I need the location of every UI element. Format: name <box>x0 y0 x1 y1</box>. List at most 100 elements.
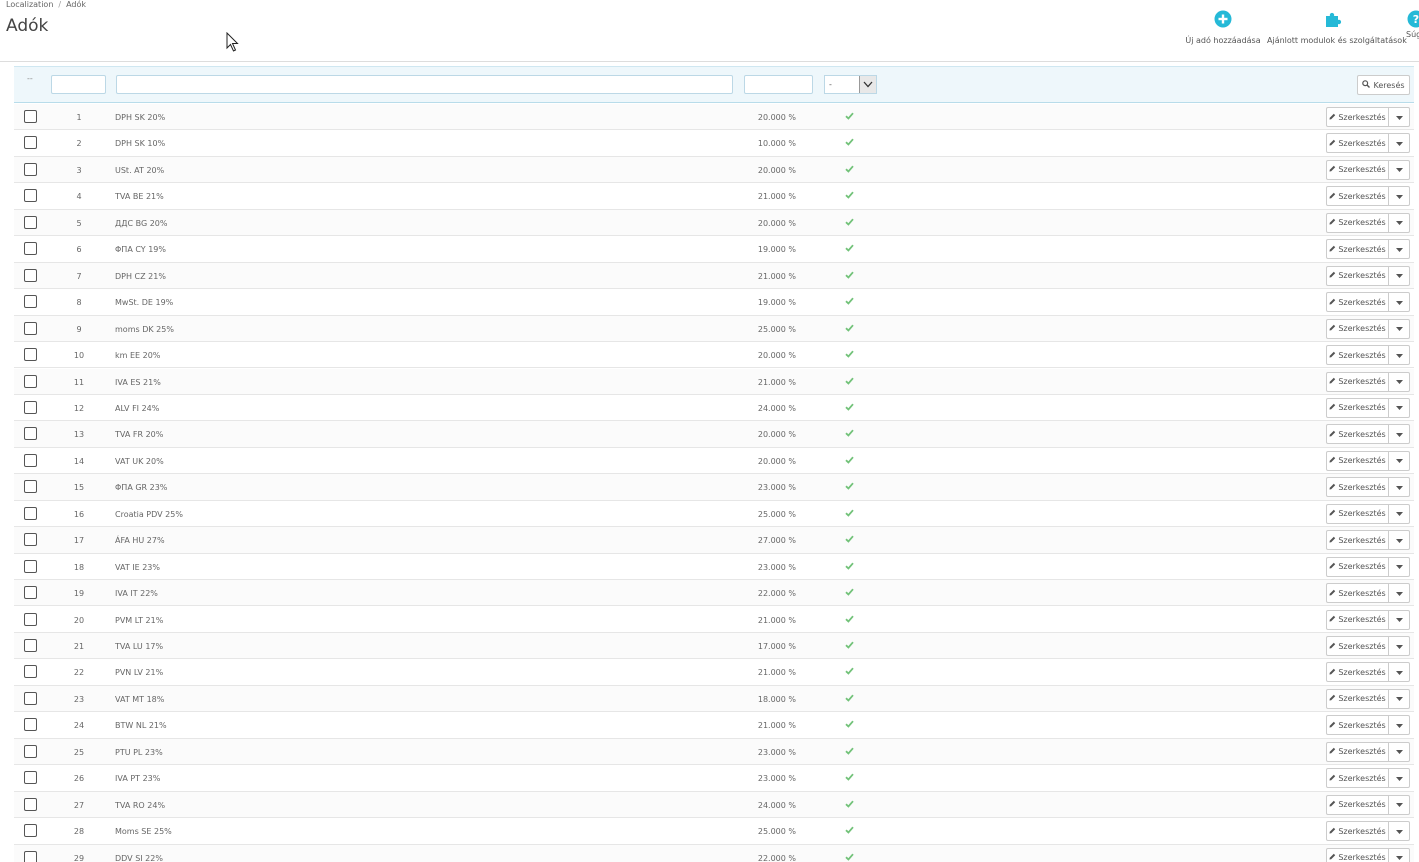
enabled-check-icon[interactable] <box>845 138 854 148</box>
enabled-check-icon[interactable] <box>845 694 854 704</box>
table-row[interactable]: 15 ΦΠΑ GR 23% 23.000 % Szerkesztés <box>14 474 1414 501</box>
row-checkbox[interactable] <box>24 321 37 335</box>
row-actions-dropdown[interactable] <box>1389 346 1409 364</box>
enabled-check-icon[interactable] <box>845 218 854 228</box>
row-checkbox[interactable] <box>24 110 37 123</box>
row-actions-dropdown[interactable] <box>1389 267 1409 285</box>
table-row[interactable]: 4 TVA BE 21% 21.000 % Szerkesztés <box>14 183 1414 210</box>
row-actions-dropdown[interactable] <box>1389 716 1409 734</box>
add-tax-button[interactable]: Új adó hozzáadása <box>1180 10 1266 45</box>
row-actions-dropdown[interactable] <box>1389 822 1409 840</box>
edit-button[interactable]: Szerkesztés <box>1327 637 1389 655</box>
table-row[interactable]: 5 ДДС BG 20% 20.000 % Szerkesztés <box>14 209 1414 237</box>
edit-button[interactable]: Szerkesztés <box>1327 372 1389 391</box>
row-actions-dropdown[interactable] <box>1389 425 1409 443</box>
enabled-check-icon[interactable] <box>845 588 854 598</box>
edit-button[interactable]: Szerkesztés <box>1327 531 1389 550</box>
table-row[interactable]: 9 moms DK 25% 25.000 % Szerkesztés <box>14 315 1414 342</box>
row-actions-dropdown[interactable] <box>1389 849 1409 862</box>
edit-button[interactable]: Szerkesztés <box>1327 266 1389 285</box>
table-row[interactable]: 28 Moms SE 25% 25.000 % Szerkesztés <box>14 818 1414 845</box>
table-row[interactable]: 29 DDV SI 22% 22.000 % Szerkesztés <box>14 844 1414 862</box>
edit-button[interactable]: Szerkesztés <box>1327 213 1389 232</box>
enabled-check-icon[interactable] <box>845 324 854 334</box>
row-checkbox[interactable] <box>24 850 37 862</box>
row-actions-dropdown[interactable] <box>1389 663 1409 681</box>
row-actions-dropdown[interactable] <box>1389 531 1409 549</box>
row-checkbox[interactable] <box>24 348 37 362</box>
table-row[interactable]: 26 IVA PT 23% 23.000 % Szerkesztés <box>14 765 1414 792</box>
enabled-check-icon[interactable] <box>845 165 854 175</box>
filter-id-input[interactable] <box>51 75 106 94</box>
edit-button[interactable]: Szerkesztés <box>1327 716 1389 735</box>
table-row[interactable]: 11 IVA ES 21% 21.000 % Szerkesztés <box>14 368 1414 395</box>
enabled-check-icon[interactable] <box>845 826 854 836</box>
table-row[interactable]: 14 VAT UK 20% 20.000 % Szerkesztés <box>14 448 1414 475</box>
row-checkbox[interactable] <box>24 586 37 600</box>
row-actions-dropdown[interactable] <box>1389 478 1409 496</box>
row-actions-dropdown[interactable] <box>1389 293 1409 311</box>
enabled-check-icon[interactable] <box>845 297 854 307</box>
edit-button[interactable]: Szerkesztés <box>1327 240 1389 259</box>
table-row[interactable]: 23 VAT MT 18% 18.000 % Szerkesztés <box>14 685 1414 713</box>
table-row[interactable]: 27 TVA RO 24% 24.000 % Szerkesztés <box>14 791 1414 819</box>
enabled-check-icon[interactable] <box>845 403 854 413</box>
enabled-check-icon[interactable] <box>845 456 854 466</box>
row-checkbox[interactable] <box>24 400 37 414</box>
enabled-check-icon[interactable] <box>845 853 854 862</box>
row-actions-dropdown[interactable] <box>1389 690 1409 708</box>
table-row[interactable]: 19 IVA IT 22% 22.000 % Szerkesztés <box>14 580 1414 607</box>
row-checkbox[interactable] <box>24 559 37 573</box>
enabled-check-icon[interactable] <box>845 773 854 783</box>
table-row[interactable]: 13 TVA FR 20% 20.000 % Szerkesztés <box>14 421 1414 448</box>
edit-button[interactable]: Szerkesztés <box>1327 742 1389 761</box>
table-row[interactable]: 22 PVN LV 21% 21.000 % Szerkesztés <box>14 659 1414 686</box>
row-checkbox[interactable] <box>24 162 37 176</box>
row-actions-dropdown[interactable] <box>1389 187 1409 205</box>
row-actions-dropdown[interactable] <box>1389 161 1409 179</box>
edit-button[interactable]: Szerkesztés <box>1327 451 1389 470</box>
table-row[interactable]: 7 DPH CZ 21% 21.000 % Szerkesztés <box>14 262 1414 290</box>
edit-button[interactable]: Szerkesztés <box>1327 187 1389 206</box>
row-checkbox[interactable] <box>24 242 37 256</box>
row-checkbox[interactable] <box>24 268 37 282</box>
table-row[interactable]: 18 VAT IE 23% 23.000 % Szerkesztés <box>14 554 1414 581</box>
row-actions-dropdown[interactable] <box>1389 240 1409 258</box>
enabled-check-icon[interactable] <box>845 641 854 651</box>
edit-button[interactable]: Szerkesztés <box>1327 689 1389 708</box>
row-actions-dropdown[interactable] <box>1389 611 1409 629</box>
edit-button[interactable]: Szerkesztés <box>1327 822 1389 841</box>
enabled-check-icon[interactable] <box>845 191 854 201</box>
filter-active-select[interactable]: - <box>824 75 877 94</box>
table-row[interactable]: 10 km EE 20% 20.000 % Szerkesztés <box>14 342 1414 369</box>
enabled-check-icon[interactable] <box>845 112 854 122</box>
enabled-check-icon[interactable] <box>845 535 854 545</box>
row-checkbox[interactable] <box>24 691 37 705</box>
row-checkbox[interactable] <box>24 136 37 150</box>
row-actions-dropdown[interactable] <box>1389 373 1409 391</box>
filter-name-input[interactable] <box>116 75 733 94</box>
enabled-check-icon[interactable] <box>845 429 854 439</box>
table-row[interactable]: 21 TVA LU 17% 17.000 % Szerkesztés <box>14 633 1414 660</box>
enabled-check-icon[interactable] <box>845 244 854 254</box>
row-checkbox[interactable] <box>24 718 37 732</box>
row-actions-dropdown[interactable] <box>1389 108 1409 126</box>
row-checkbox[interactable] <box>24 639 37 652</box>
row-checkbox[interactable] <box>24 453 37 467</box>
filter-rate-input[interactable] <box>744 75 813 94</box>
row-checkbox[interactable] <box>24 215 37 229</box>
edit-button[interactable]: Szerkesztés <box>1327 319 1389 338</box>
row-checkbox[interactable] <box>24 480 37 494</box>
row-checkbox[interactable] <box>24 771 37 785</box>
search-button[interactable]: Keresés <box>1357 75 1410 95</box>
enabled-check-icon[interactable] <box>845 271 854 281</box>
edit-button[interactable]: Szerkesztés <box>1327 293 1389 312</box>
edit-button[interactable]: Szerkesztés <box>1327 346 1389 365</box>
row-actions-dropdown[interactable] <box>1389 134 1409 152</box>
enabled-check-icon[interactable] <box>845 667 854 677</box>
edit-button[interactable]: Szerkesztés <box>1327 478 1389 497</box>
breadcrumb-parent[interactable]: Localization <box>6 0 53 9</box>
recommended-modules-button[interactable]: Ajánlott modulok és szolgáltatások <box>1267 10 1407 45</box>
table-row[interactable]: 1 DPH SK 20% 20.000 % Szerkesztés <box>14 104 1414 131</box>
table-row[interactable]: 6 ΦΠΑ CY 19% 19.000 % Szerkesztés <box>14 236 1414 263</box>
